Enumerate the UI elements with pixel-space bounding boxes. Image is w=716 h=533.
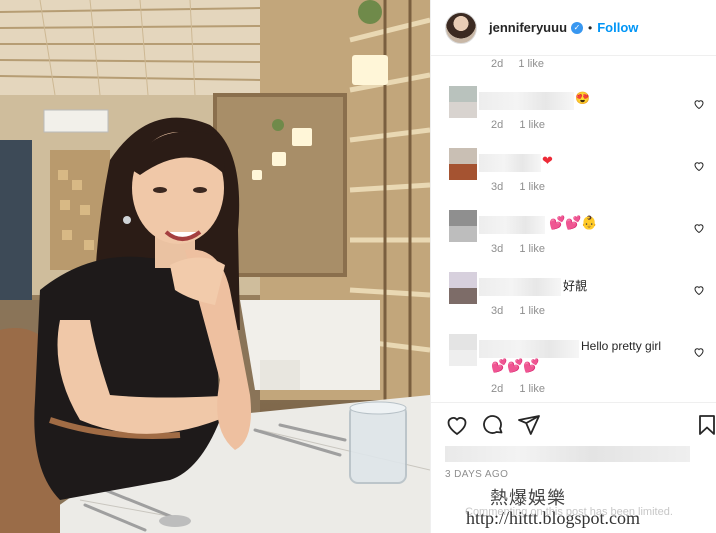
comment-likes[interactable]: 1 like (519, 119, 545, 131)
comment-item: 😍 2d 1 like (431, 86, 716, 148)
comment-time: 3d (491, 181, 504, 193)
comment-meta: 3d 1 like (491, 305, 558, 317)
commenter-name-blurred[interactable] (479, 340, 579, 358)
heart-outline-icon[interactable] (693, 222, 705, 234)
comment-time: 3d (491, 305, 504, 317)
post-sidebar: jenniferyuuu ✓ • Follow 2d 1 like 😍 2d 1… (430, 0, 716, 533)
comment-text: Hello pretty girl (581, 339, 662, 353)
post-actions (431, 402, 716, 442)
commenter-name-blurred[interactable] (479, 92, 574, 110)
bookmark-icon[interactable] (695, 413, 716, 437)
post-photo[interactable] (0, 0, 430, 533)
heart-outline-icon[interactable] (693, 160, 705, 172)
heart-outline-icon[interactable] (693, 284, 705, 296)
watermark-url: http://hittt.blogspot.com (466, 508, 641, 528)
separator-dot: • (588, 20, 593, 35)
comment-meta: 2d 1 like (491, 58, 556, 70)
commenter-avatar[interactable] (449, 86, 477, 118)
post-time-ago[interactable]: 3 DAYS AGO (445, 469, 508, 480)
comment-bubble-icon[interactable] (481, 413, 505, 437)
verified-badge-icon: ✓ (571, 21, 584, 34)
follow-button[interactable]: Follow (597, 20, 638, 35)
comments-list[interactable]: 2d 1 like 😍 2d 1 like ❤ 3d 1 like 💕💕👶 3d… (431, 56, 716, 401)
commenter-name-blurred[interactable] (479, 154, 541, 172)
comment-emoji: 😍 (575, 91, 590, 105)
commenter-name-blurred[interactable] (479, 278, 561, 296)
commenter-avatar[interactable] (449, 272, 477, 304)
comment-time: 2d (491, 119, 504, 131)
comment-likes[interactable]: 1 like (519, 383, 545, 395)
comment-likes[interactable]: 1 like (519, 305, 545, 317)
comment-emoji: ❤ (542, 153, 553, 168)
username[interactable]: jenniferyuuu (489, 20, 567, 35)
commenter-avatar[interactable] (449, 210, 477, 242)
comment-likes[interactable]: 1 like (519, 243, 545, 255)
comment-likes[interactable]: 1 like (518, 58, 544, 70)
comment-meta: 3d 1 like (491, 181, 558, 193)
comment-item: ❤ 3d 1 like (431, 148, 716, 210)
watermark-title: 熱爆娛樂 (490, 488, 566, 509)
commenter-avatar[interactable] (449, 148, 477, 180)
comment-meta: 2d 1 like (491, 119, 558, 131)
photo-illustration (0, 0, 430, 533)
comment-time: 3d (491, 243, 504, 255)
liked-by-blurred[interactable] (445, 446, 690, 462)
comment-likes[interactable]: 1 like (519, 181, 545, 193)
commenter-avatar[interactable] (449, 334, 477, 366)
comment-item: Hello pretty girl 💕💕💕 2d 1 like (431, 334, 716, 400)
comment-item: 💕💕👶 3d 1 like (431, 210, 716, 272)
paper-plane-icon[interactable] (517, 413, 541, 437)
comment-time: 2d (491, 383, 504, 395)
post-header: jenniferyuuu ✓ • Follow (431, 0, 716, 56)
commenter-name-blurred[interactable] (479, 216, 545, 234)
comment-item: 好靚 3d 1 like (431, 272, 716, 334)
profile-avatar[interactable] (445, 11, 477, 44)
comment-meta: 2d 1 like (491, 383, 558, 395)
comment-text: 好靚 (563, 279, 588, 293)
like-heart-icon[interactable] (445, 413, 469, 437)
heart-outline-icon[interactable] (693, 346, 705, 358)
comment-time: 2d (491, 58, 504, 70)
heart-outline-icon[interactable] (693, 98, 705, 110)
comment-emoji: 💕💕👶 (549, 215, 598, 230)
comment-emoji: 💕💕💕 (491, 358, 540, 373)
comment-meta: 3d 1 like (491, 243, 558, 255)
